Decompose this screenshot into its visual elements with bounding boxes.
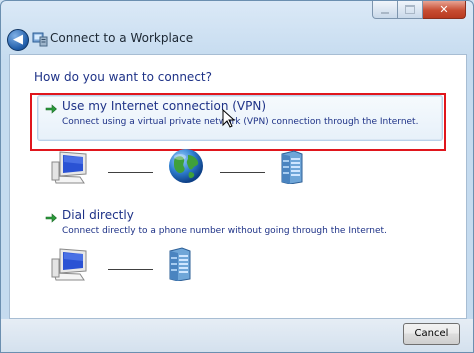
- connection-line: [108, 172, 153, 173]
- vpn-diagram: [10, 149, 466, 190]
- window-title: Connect to a Workplace: [50, 31, 194, 45]
- dial-diagram: [10, 247, 466, 287]
- computer-icon: [51, 151, 87, 184]
- option-dial-directly[interactable]: Dial directly Connect directly to a phon…: [37, 204, 443, 250]
- workplace-network-icon: [32, 32, 48, 47]
- wizard-footer: Cancel: [1, 319, 473, 352]
- connect-to-workplace-window: ✕ ◀ Connect to a Workplace How do you wa…: [0, 0, 474, 353]
- computer-icon: [51, 248, 87, 281]
- caption-buttons: ✕: [372, 1, 466, 19]
- minimize-icon: [381, 11, 389, 14]
- connection-line: [108, 269, 153, 270]
- connection-line: [220, 172, 265, 173]
- option-title: Dial directly: [62, 208, 134, 222]
- page-question: How do you want to connect?: [34, 70, 212, 84]
- mouse-pointer-icon: [222, 109, 236, 128]
- back-button[interactable]: ◀: [7, 29, 29, 51]
- title-bar: ◀ Connect to a Workplace: [1, 25, 473, 53]
- cancel-button[interactable]: Cancel: [403, 323, 460, 345]
- back-arrow-icon: ◀: [13, 32, 23, 47]
- close-icon: ✕: [439, 3, 449, 16]
- internet-globe-icon: [169, 149, 203, 183]
- option-description: Connect directly to a phone number witho…: [62, 226, 387, 236]
- green-arrow-icon: [45, 213, 57, 223]
- highlight-box: [30, 93, 446, 151]
- maximize-button[interactable]: [398, 1, 423, 19]
- wizard-content: How do you want to connect? Use my Inter…: [9, 54, 467, 319]
- maximize-icon: [405, 5, 415, 14]
- close-button[interactable]: ✕: [423, 1, 466, 19]
- workplace-server-icon: [169, 247, 191, 281]
- workplace-server-icon: [281, 150, 303, 184]
- minimize-button[interactable]: [372, 1, 398, 19]
